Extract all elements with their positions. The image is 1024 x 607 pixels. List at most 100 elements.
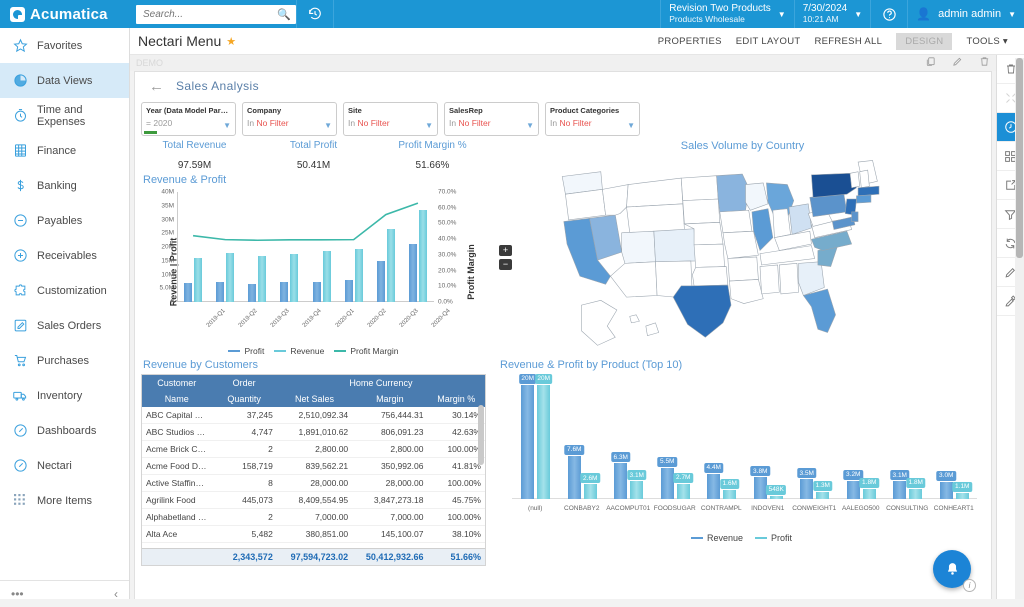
bar-revenue[interactable]	[387, 229, 395, 302]
bar-profit[interactable]	[313, 282, 321, 302]
chevron-down-icon[interactable]: ▼	[627, 121, 635, 130]
bar-group[interactable]: 3.2M1.8M	[847, 481, 876, 499]
bar-revenue[interactable]: 3.5M	[800, 479, 813, 499]
bar-revenue[interactable]: 3.8M	[754, 477, 767, 499]
kpi-total-revenue[interactable]: Total Revenue 97.59M	[135, 140, 254, 171]
kpi-profit-margin[interactable]: Profit Margin % 51.66%	[373, 140, 492, 171]
edit-layout-button[interactable]: EDIT LAYOUT	[736, 36, 801, 47]
th-margin[interactable]: Margin	[352, 391, 427, 407]
sidebar-item-customization[interactable]: Customization	[0, 273, 129, 308]
bar-group[interactable]: 3.0M1.1M	[940, 482, 969, 499]
tools-menu-button[interactable]: TOOLS ▾	[966, 36, 1008, 47]
search-input[interactable]	[136, 5, 296, 24]
table-row[interactable]: Acme Brick Comp...22,800.002,800.00100.0…	[142, 441, 485, 458]
bar-group[interactable]: 3.1M1.8M	[893, 481, 922, 499]
sidebar-item-sales-orders[interactable]: Sales Orders	[0, 308, 129, 343]
filter-salesrep[interactable]: SalesRep In No Filter ▼	[444, 102, 539, 136]
bar-revenue[interactable]: 4.4M	[707, 474, 720, 499]
bar-group[interactable]	[280, 254, 298, 302]
th-quantity[interactable]: Quantity	[211, 391, 276, 407]
th-order[interactable]: Order	[211, 375, 276, 391]
bar-revenue[interactable]: 3.0M	[940, 482, 953, 499]
table-row[interactable]: Active Staffing Se...828,000.0028,000.00…	[142, 475, 485, 492]
filter-company[interactable]: Company In No Filter ▼	[242, 102, 337, 136]
zoom-in-button[interactable]: +	[499, 245, 512, 256]
bar-revenue[interactable]: 3.1M	[893, 481, 906, 499]
legend-item[interactable]: Revenue	[691, 533, 743, 543]
customers-table[interactable]: Customer Order Home Currency Name Quanti…	[141, 374, 486, 566]
sidebar-item-dashboards[interactable]: Dashboards	[0, 413, 129, 448]
bar-profit[interactable]	[377, 261, 385, 302]
th-margin-pct[interactable]: Margin %	[427, 391, 485, 407]
sidebar-item-payables[interactable]: Payables	[0, 203, 129, 238]
sidebar-item-purchases[interactable]: Purchases	[0, 343, 129, 378]
table-row[interactable]: Alta Ace5,482380,851.00145,100.0738.10%	[142, 526, 485, 543]
bar-group[interactable]: 7.6M2.6M	[568, 456, 597, 499]
zoom-out-button[interactable]: −	[499, 259, 512, 270]
table-row[interactable]: ABC Capital Vent...37,2452,510,092.34756…	[142, 407, 485, 424]
filter-year[interactable]: Year (Data Model Paramete... = 2020 ▼	[141, 102, 236, 136]
bar-revenue[interactable]: 7.6M	[568, 456, 581, 499]
refresh-all-button[interactable]: REFRESH ALL	[814, 36, 882, 47]
help-icon[interactable]	[871, 0, 907, 28]
bar-revenue[interactable]	[419, 210, 427, 302]
sidebar-item-more-items[interactable]: More Items	[0, 483, 129, 518]
bar-revenue[interactable]	[290, 254, 298, 302]
table-row[interactable]: ABC Studios Inc4,7471,891,010.62806,091.…	[142, 424, 485, 441]
bar-profit[interactable]	[409, 244, 417, 302]
bar-group[interactable]	[313, 251, 331, 302]
chevron-down-icon[interactable]: ▼	[324, 121, 332, 130]
bar-group[interactable]	[377, 229, 395, 302]
bar-group[interactable]	[409, 210, 427, 302]
bar-profit[interactable]: 2.7M	[677, 484, 690, 499]
chevron-down-icon[interactable]: ▼	[526, 121, 534, 130]
scrollbar-thumb[interactable]	[1016, 58, 1023, 258]
bar-profit[interactable]: 1.6M	[723, 490, 736, 499]
th-net-sales[interactable]: Net Sales	[277, 391, 352, 407]
chevron-down-icon[interactable]: ▼	[425, 121, 433, 130]
table-scrollbar[interactable]	[478, 405, 484, 465]
sidebar-item-finance[interactable]: Finance	[0, 133, 129, 168]
history-icon[interactable]	[297, 0, 333, 28]
sidebar-item-receivables[interactable]: Receivables	[0, 238, 129, 273]
bar-group[interactable]: 4.4M1.6M	[707, 474, 736, 499]
table-row[interactable]: Acme Food Distri...158,719839,562.21350,…	[142, 458, 485, 475]
search-icon[interactable]: 🔍	[277, 8, 291, 21]
page-scrollbar[interactable]	[1015, 58, 1024, 599]
bar-profit[interactable]: 1.8M	[909, 489, 922, 499]
trash-icon[interactable]	[979, 56, 990, 70]
properties-button[interactable]: PROPERTIES	[658, 36, 722, 47]
bar-group[interactable]	[184, 258, 202, 302]
bar-revenue[interactable]	[355, 249, 363, 302]
bar-profit[interactable]	[216, 282, 224, 302]
filter-product-categories[interactable]: Product Categories In No Filter ▼	[545, 102, 640, 136]
revenue-profit-chart[interactable]: Revenue | Profit Profit Margin 05.0M10M1…	[141, 188, 486, 356]
bar-profit[interactable]: 548K	[770, 496, 783, 499]
sidebar-item-data-views[interactable]: Data Views	[0, 63, 129, 98]
bar-profit[interactable]: 1.3M	[816, 492, 829, 499]
sidebar-item-favorites[interactable]: Favorites	[0, 28, 129, 63]
design-button[interactable]: DESIGN	[896, 33, 952, 50]
bar-revenue[interactable]: 5.5M	[661, 468, 674, 499]
sidebar-item-time-and-expenses[interactable]: Time and Expenses	[0, 98, 129, 133]
pencil-icon[interactable]	[952, 56, 963, 70]
bar-revenue[interactable]: 20M	[521, 385, 534, 499]
bar-group[interactable]: 3.5M1.3M	[800, 479, 829, 499]
sidebar-item-banking[interactable]: Banking	[0, 168, 129, 203]
bar-profit[interactable]: 3.1M	[630, 481, 643, 499]
bar-profit[interactable]	[248, 284, 256, 302]
copy-icon[interactable]	[925, 56, 936, 70]
bar-group[interactable]: 20M20M	[521, 385, 550, 499]
bar-profit[interactable]: 2.6M	[584, 484, 597, 499]
chevron-down-icon[interactable]: ▼	[223, 121, 231, 130]
datetime-selector[interactable]: 7/30/2024 10:21 AM ▼	[795, 0, 870, 28]
th-name[interactable]: Name	[142, 391, 211, 407]
legend-item[interactable]: Profit	[755, 533, 792, 543]
organization-selector[interactable]: Revision Two Products Products Wholesale…	[661, 0, 793, 28]
star-filled-icon[interactable]: ★	[226, 35, 236, 48]
bar-revenue[interactable]: 3.2M	[847, 481, 860, 499]
bar-group[interactable]: 5.5M2.7M	[661, 468, 690, 499]
info-icon[interactable]: i	[963, 579, 976, 592]
sidebar-item-nectari[interactable]: Nectari	[0, 448, 129, 483]
bar-revenue[interactable]	[323, 251, 331, 302]
